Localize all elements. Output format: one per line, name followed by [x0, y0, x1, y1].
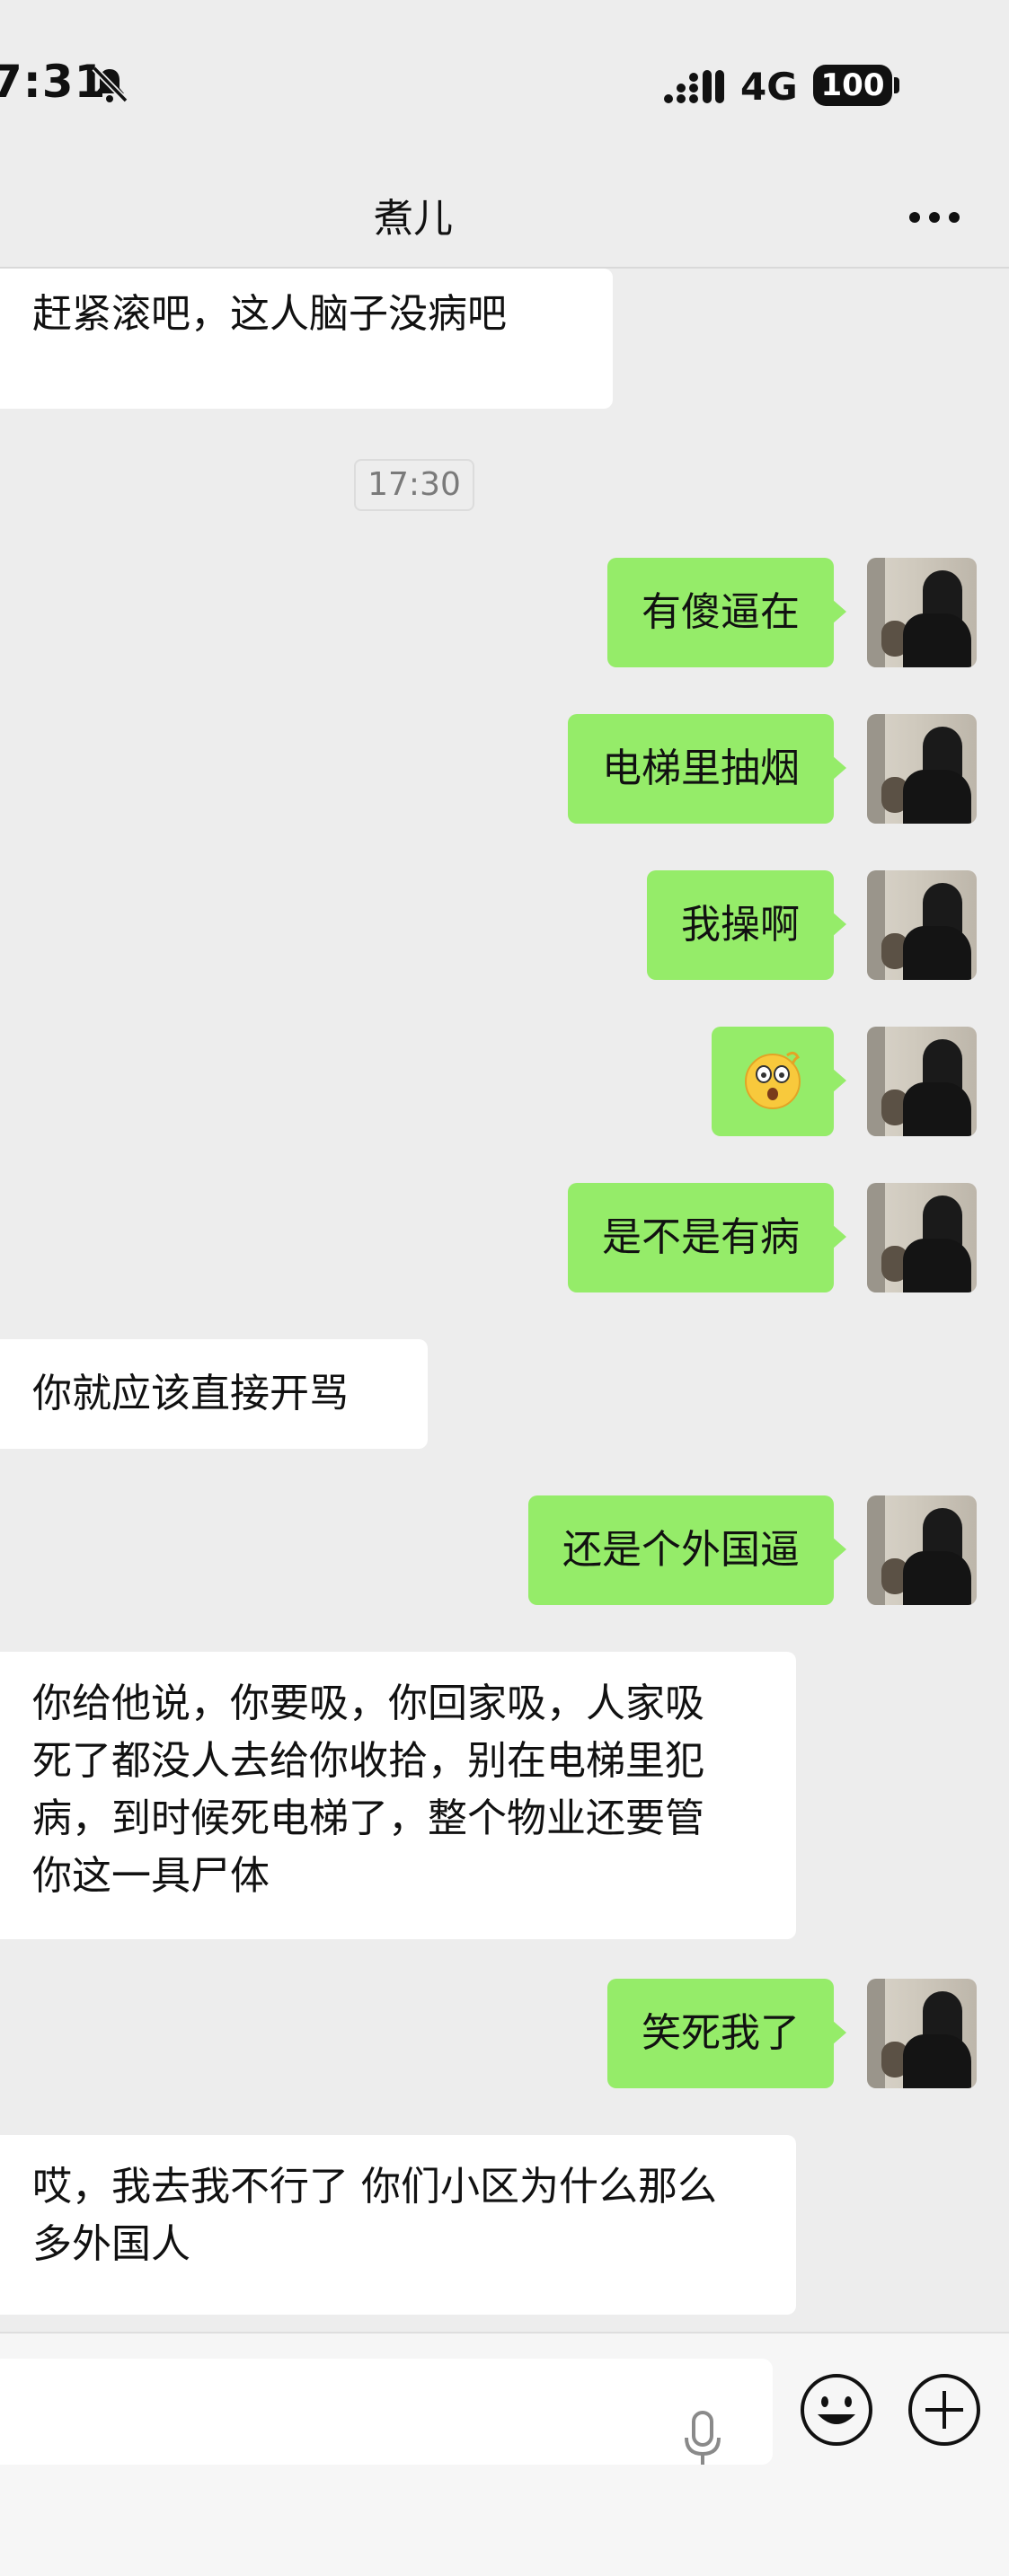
mic-icon[interactable] [676, 2407, 730, 2470]
message-outgoing[interactable]: 是不是有病 [568, 1183, 846, 1292]
avatar[interactable] [867, 1183, 977, 1292]
message-incoming[interactable]: 哎，我去我不行了 你们小区为什么那么多外国人 [0, 2135, 796, 2315]
bell-muted-icon [92, 66, 128, 103]
message-text: 我操啊 [681, 902, 800, 948]
avatar[interactable] [867, 1979, 977, 2088]
message-incoming[interactable]: 赶紧滚吧，这人脑子没病吧 [0, 269, 613, 409]
network-type: 4G [740, 65, 798, 109]
message-text: 是不是有病 [602, 1214, 800, 1260]
message-outgoing[interactable]: 电梯里抽烟 [568, 714, 846, 824]
message-text: 笑死我了 [642, 2010, 800, 2056]
message-text: 还是个外国逼 [562, 1527, 800, 1573]
avatar[interactable] [867, 714, 977, 824]
message-incoming[interactable]: 你给他说，你要吸，你回家吸，人家吸死了都没人去给你收拾，别在电梯里犯病，到时候死… [0, 1652, 796, 1939]
message-text: 电梯里抽烟 [602, 745, 800, 791]
status-bar: 7:31 4G 100 [0, 0, 1009, 166]
chat-title: 煮儿 [374, 196, 453, 242]
message-text: 赶紧滚吧，这人脑子没病吧 [32, 291, 507, 337]
message-text: 你给他说，你要吸，你回家吸，人家吸死了都没人去给你收拾，别在电梯里犯病，到时候死… [32, 1681, 704, 1899]
battery-level: 100 [813, 65, 892, 106]
message-outgoing-emoji[interactable] [712, 1027, 846, 1136]
avatar[interactable] [867, 558, 977, 667]
avatar[interactable] [867, 870, 977, 980]
chat-area[interactable]: 赶紧滚吧，这人脑子没病吧 17:30 有傻逼在 电梯里抽烟 我操啊 是不是有病 [0, 269, 1009, 2332]
message-outgoing[interactable]: 有傻逼在 [607, 558, 846, 667]
message-outgoing[interactable]: 笑死我了 [607, 1979, 846, 2088]
emoji-icon[interactable] [798, 2371, 875, 2448]
message-outgoing[interactable]: 我操啊 [647, 870, 846, 980]
battery-tip [894, 77, 899, 93]
avatar[interactable] [867, 1495, 977, 1605]
input-bar [0, 2332, 1009, 2576]
avatar[interactable] [867, 1027, 977, 1136]
signal-icon [664, 70, 724, 103]
time-divider: 17:30 [354, 459, 474, 511]
shocked-face-emoji-icon [745, 1051, 801, 1109]
message-text: 有傻逼在 [642, 589, 800, 635]
message-text: 哎，我去我不行了 你们小区为什么那么多外国人 [32, 2164, 717, 2267]
plus-icon[interactable] [906, 2371, 983, 2448]
message-outgoing[interactable]: 还是个外国逼 [528, 1495, 846, 1605]
message-incoming[interactable]: 你就应该直接开骂 [0, 1339, 428, 1449]
chat-header: 煮儿 [0, 166, 1009, 268]
message-text: 你就应该直接开骂 [32, 1371, 349, 1416]
message-input[interactable] [0, 2359, 773, 2465]
more-icon[interactable] [907, 211, 961, 224]
